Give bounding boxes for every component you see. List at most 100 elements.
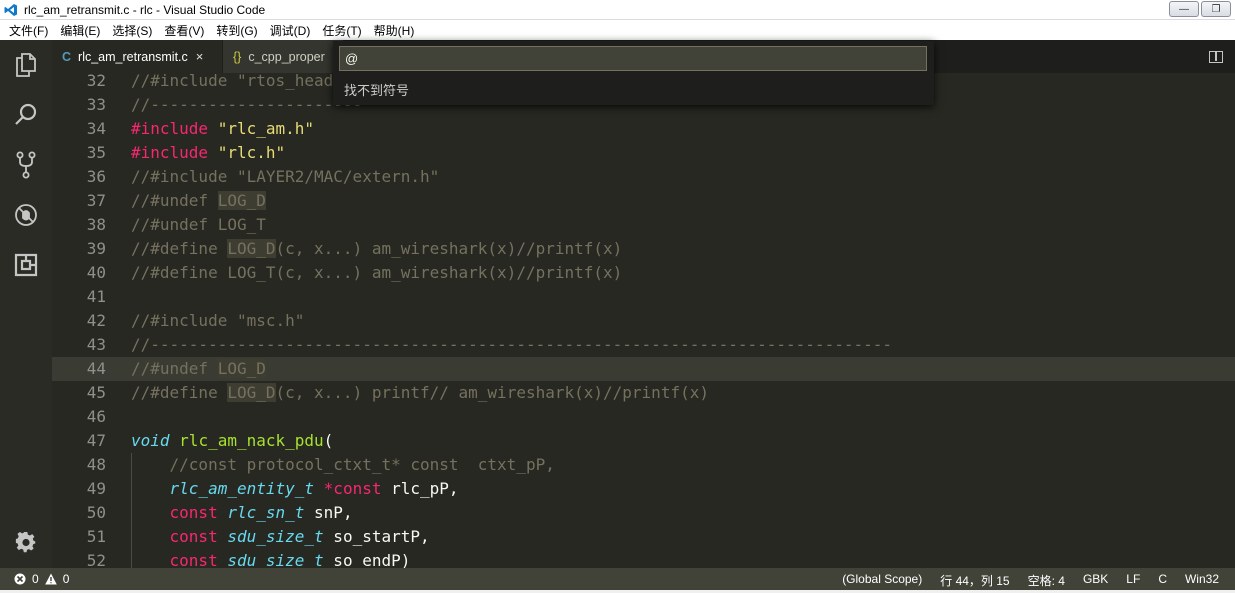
code-token: "rlc_am.h" (217, 119, 315, 138)
status-indentation[interactable]: 空格: 4 (1028, 572, 1065, 589)
warning-count: 0 (62, 572, 70, 586)
code-line[interactable]: 39 //#define LOG_D(c, x...) am_wireshark(… (52, 237, 1235, 261)
code-token: LOG_D (227, 383, 276, 402)
code-line[interactable]: 48 //const protocol_ctxt_t* const ctxt_p… (52, 453, 1235, 477)
status-platform[interactable]: Win32 (1185, 572, 1219, 589)
code-token: //#undef LOG_T (131, 215, 266, 234)
search-icon[interactable] (0, 90, 52, 140)
code-line[interactable]: 37 //#undef LOG_D (52, 189, 1235, 213)
code-token: //const protocol_ctxt_t* const ctxt_pP, (169, 455, 555, 474)
code-line[interactable]: 46 (52, 405, 1235, 429)
tab-rlc-am-retransmit[interactable]: C rlc_am_retransmit.c × (52, 40, 222, 73)
code-text: //#undef LOG_D (131, 189, 266, 213)
line-number: 45 (86, 383, 106, 402)
line-number: 32 (86, 73, 106, 90)
code-text: #include "rlc_am.h" (131, 117, 314, 141)
code-line[interactable]: 38 //#undef LOG_T (52, 213, 1235, 237)
code-line[interactable]: 36 //#include "LAYER2/MAC/extern.h" (52, 165, 1235, 189)
code-token: //#define (131, 239, 228, 258)
tab-label: c_cpp_proper (248, 49, 325, 64)
warning-icon (44, 573, 57, 585)
menu-debug[interactable]: 调试(D) (264, 22, 317, 39)
status-scope[interactable]: (Global Scope) (842, 572, 922, 589)
source-control-icon[interactable] (0, 140, 52, 190)
extensions-icon[interactable] (0, 240, 52, 290)
code-line[interactable]: 35 #include "rlc.h" (52, 141, 1235, 165)
json-file-icon: {} (233, 49, 242, 64)
split-editor-icon[interactable] (1209, 51, 1223, 63)
close-icon[interactable]: × (196, 49, 204, 64)
code-line[interactable]: 42 //#include "msc.h" (52, 309, 1235, 333)
code-line[interactable]: 45 //#define LOG_D(c, x...) printf// am_w… (52, 381, 1235, 405)
code-text: const rlc_sn_t snP, (131, 501, 353, 525)
quick-open-widget: 找不到符号 (333, 41, 934, 105)
debug-icon[interactable] (0, 190, 52, 240)
status-language[interactable]: C (1158, 572, 1167, 589)
code-line[interactable]: 41 (52, 285, 1235, 309)
code-line[interactable]: 50 const rlc_sn_t snP, (52, 501, 1235, 525)
code-token: rlc_am_nack_pdu (179, 431, 324, 450)
code-line[interactable]: 34 #include "rlc_am.h" (52, 117, 1235, 141)
status-eol[interactable]: LF (1126, 572, 1140, 589)
code-token: //#undef (131, 359, 218, 378)
code-token: const (169, 551, 218, 568)
line-number: 43 (86, 335, 106, 354)
line-number: 36 (86, 167, 106, 186)
code-editor[interactable]: 32 //#include "rtos_head 33 //-------------… (52, 73, 1235, 568)
code-line[interactable]: 43 //------------------------------------… (52, 333, 1235, 357)
code-line[interactable]: 44 //#undef LOG_D (52, 357, 1235, 381)
code-text: //#include "LAYER2/MAC/extern.h" (131, 165, 439, 189)
line-number: 38 (86, 215, 106, 234)
code-line[interactable]: 51 const sdu_size_t so_startP, (52, 525, 1235, 549)
code-token: const (169, 527, 218, 546)
code-token: //#include "LAYER2/MAC/extern.h" (131, 167, 440, 186)
status-cursor-position[interactable]: 行 44，列 15 (940, 572, 1009, 589)
symbol-search-input[interactable] (339, 46, 927, 71)
menu-edit[interactable]: 编辑(E) (54, 22, 106, 39)
code-token: const (169, 503, 218, 522)
code-text: //#include "rtos_head (131, 73, 333, 93)
line-number: 35 (86, 143, 106, 162)
minimize-button[interactable]: — (1169, 1, 1199, 17)
restore-button[interactable]: ❐ (1201, 1, 1231, 17)
error-count: 0 (32, 572, 39, 586)
menu-selection[interactable]: 选择(S) (106, 22, 158, 39)
menu-goto[interactable]: 转到(G) (210, 22, 263, 39)
menu-bar: 文件(F) 编辑(E) 选择(S) 查看(V) 转到(G) 调试(D) 任务(T… (0, 20, 1235, 40)
code-line[interactable]: 52 const sdu_size_t so_endP) (52, 549, 1235, 568)
files-icon[interactable] (0, 40, 52, 90)
code-token: snP, (304, 503, 353, 522)
code-token: "rlc.h" (217, 143, 286, 162)
code-token: //#undef (131, 191, 218, 210)
status-encoding[interactable]: GBK (1083, 572, 1108, 589)
code-text: //#define LOG_D(c, x...) am_wireshark(x)… (131, 237, 622, 261)
menu-view[interactable]: 查看(V) (158, 22, 210, 39)
tab-c-cpp-properties[interactable]: {} c_cpp_proper (223, 40, 343, 73)
code-token: sdu_size_t (227, 527, 324, 546)
code-line[interactable]: 49 rlc_am_entity_t *const rlc_pP, (52, 477, 1235, 501)
code-text: const sdu_size_t so_endP) (131, 549, 411, 568)
code-line[interactable]: 47 void rlc_am_nack_pdu( (52, 429, 1235, 453)
code-token: *const (323, 479, 382, 498)
code-text: //#undef LOG_T (131, 213, 266, 237)
code-line[interactable]: 40 //#define LOG_T(c, x...) am_wireshark(… (52, 261, 1235, 285)
line-number: 44 (86, 359, 106, 378)
menu-tasks[interactable]: 任务(T) (316, 22, 367, 39)
code-text: #include "rlc.h" (131, 141, 285, 165)
line-number: 42 (86, 311, 106, 330)
tab-label: rlc_am_retransmit.c (78, 49, 188, 64)
line-number: 34 (86, 119, 106, 138)
menu-help[interactable]: 帮助(H) (368, 22, 421, 39)
status-bar: 0 0 (Global Scope) 行 44，列 15 空格: 4 GBK L… (0, 568, 1235, 590)
menu-file[interactable]: 文件(F) (3, 22, 54, 39)
line-number: 46 (86, 407, 106, 426)
code-token: so_startP, (323, 527, 430, 546)
line-number: 40 (86, 263, 106, 282)
problems-indicator[interactable]: 0 0 (14, 572, 69, 586)
gear-icon[interactable] (0, 518, 52, 568)
line-number: 51 (86, 527, 106, 546)
code-token: //#define (131, 383, 228, 402)
